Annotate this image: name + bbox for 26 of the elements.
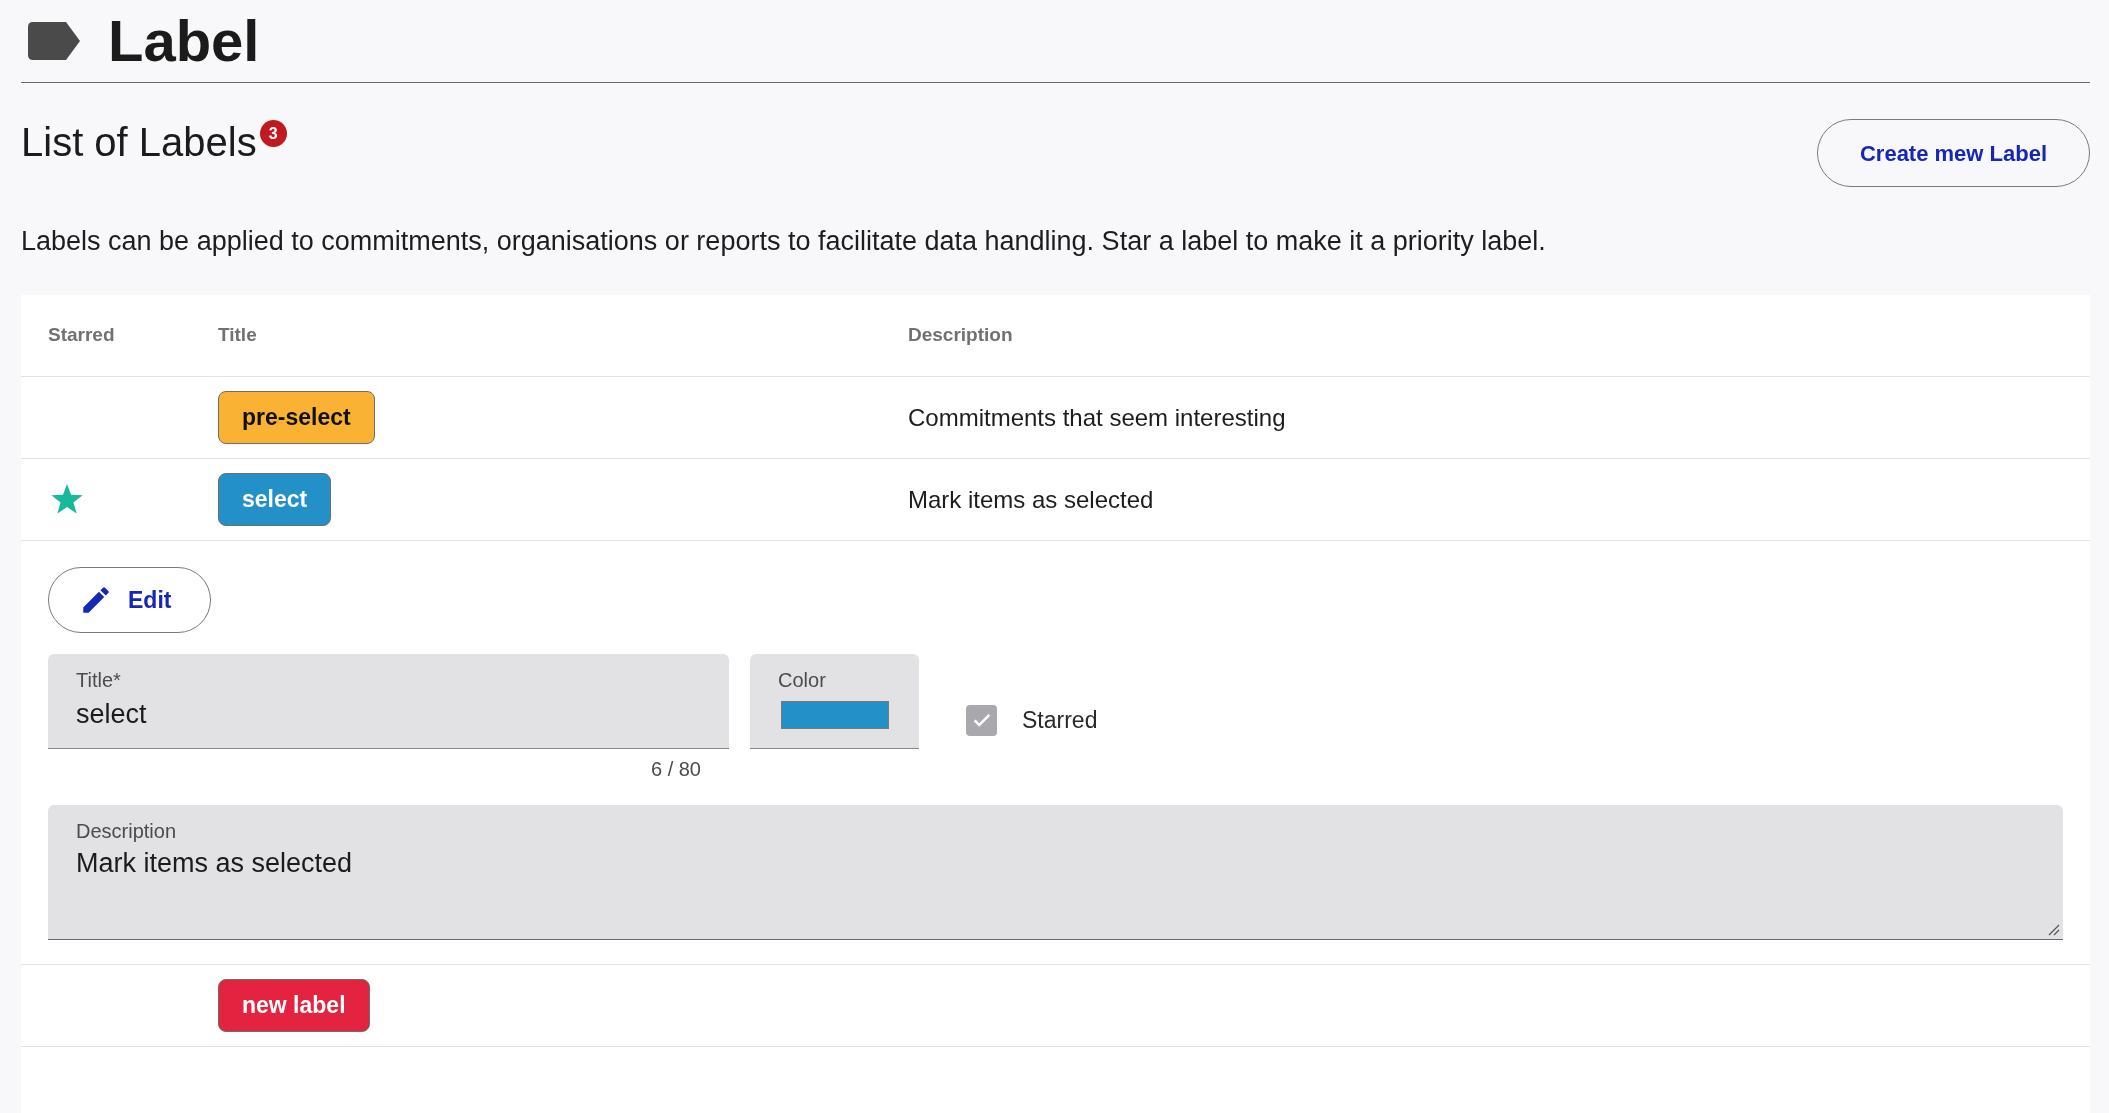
- field-label: Description: [76, 819, 177, 843]
- field-value: Mark items as selected: [76, 847, 353, 879]
- count-badge: 3: [259, 120, 287, 147]
- label-badge[interactable]: new label: [218, 979, 370, 1032]
- color-field[interactable]: Color: [750, 654, 919, 749]
- column-header: Title: [218, 324, 257, 346]
- table-cell-text: Commitments that seem interesting: [908, 402, 1286, 433]
- column-header: Starred: [48, 324, 115, 346]
- title-field[interactable]: Title* select: [48, 654, 729, 749]
- character-counter: 6 / 80: [650, 757, 701, 781]
- resize-grip-icon[interactable]: [2048, 924, 2060, 936]
- tag-icon: [28, 22, 80, 60]
- star-icon[interactable]: [50, 483, 84, 516]
- description-field[interactable]: Description Mark items as selected: [48, 805, 2063, 940]
- label-badge[interactable]: select: [218, 473, 332, 526]
- section-title: List of Labels: [21, 122, 257, 162]
- field-label: Title*: [76, 668, 121, 692]
- column-header: Description: [908, 324, 1013, 346]
- checkbox-label: Starred: [1022, 706, 1098, 735]
- label-badge[interactable]: pre-select: [218, 391, 375, 444]
- color-swatch-icon[interactable]: [781, 701, 889, 729]
- field-value: select: [76, 698, 147, 730]
- page-title: Label: [108, 12, 260, 70]
- intro-text: Labels can be applied to commitments, organisations or reports to facilitate data handling. Star a label to make it a priority label.: [21, 225, 1547, 257]
- table-cell-text: Mark items as selected: [908, 484, 1154, 515]
- field-label: Color: [778, 668, 826, 692]
